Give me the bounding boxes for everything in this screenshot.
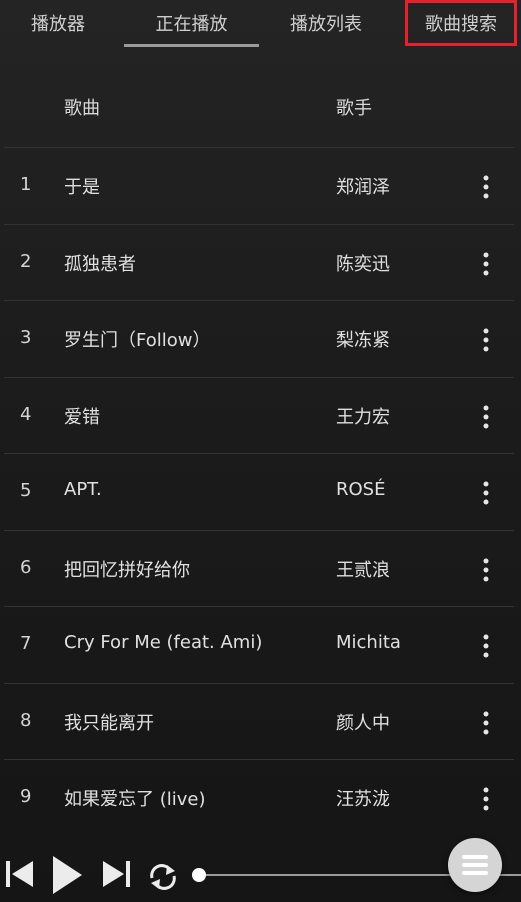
more-options-icon[interactable]	[474, 555, 498, 585]
skip-previous-icon[interactable]	[4, 858, 36, 890]
song-row[interactable]: 9 如果爱忘了 (live) 汪苏泷	[4, 759, 514, 836]
more-options-icon[interactable]	[474, 478, 498, 508]
song-index: 4	[20, 403, 32, 425]
song-row[interactable]: 4 爱错 王力宏	[4, 376, 514, 454]
song-artist: Michita	[336, 632, 401, 653]
song-list: 1 于是 郑润泽 2 孤独患者 陈奕迅 3 罗生门（Follow） 梨冻紧 4 …	[4, 147, 514, 836]
tab-bar: 播放器 正在播放 播放列表 歌曲搜索	[0, 0, 521, 48]
more-options-icon[interactable]	[474, 325, 498, 355]
column-header-artist: 歌手	[336, 98, 372, 119]
song-row[interactable]: 3 罗生门（Follow） 梨冻紧	[4, 300, 514, 377]
song-title: 于是	[64, 177, 100, 198]
playback-controls	[0, 846, 521, 902]
music-player-app: 播放器 正在播放 播放列表 歌曲搜索 歌曲 歌手 1 于是 郑润泽 2 孤独患者…	[0, 0, 521, 902]
song-title: APT.	[64, 479, 102, 500]
progress-knob[interactable]	[192, 868, 206, 882]
more-options-icon[interactable]	[474, 631, 498, 661]
song-title: 爱错	[64, 406, 100, 428]
song-title: 罗生门（Follow）	[64, 330, 211, 351]
more-options-icon[interactable]	[474, 402, 498, 432]
tab-playlist[interactable]: 播放列表	[268, 0, 384, 46]
song-artist: 梨冻紧	[336, 330, 390, 351]
song-artist: 颜人中	[336, 712, 390, 734]
song-index: 2	[20, 250, 32, 272]
song-index: 8	[20, 709, 32, 731]
song-index: 1	[20, 174, 32, 195]
play-icon[interactable]	[50, 854, 84, 896]
song-row[interactable]: 6 把回忆拼好给你 王贰浪	[4, 529, 514, 607]
song-title: Cry For Me (feat. Ami)	[64, 632, 263, 653]
skip-next-icon[interactable]	[100, 858, 132, 890]
song-row[interactable]: 1 于是 郑润泽	[4, 147, 514, 224]
more-options-icon[interactable]	[474, 784, 498, 814]
song-artist: 王贰浪	[336, 559, 390, 581]
more-options-icon[interactable]	[474, 708, 498, 738]
song-artist: 王力宏	[336, 406, 390, 428]
song-title: 把回忆拼好给你	[64, 559, 190, 581]
song-artist: 郑润泽	[336, 177, 390, 198]
song-title: 如果爱忘了 (live)	[64, 789, 206, 810]
song-title: 孤独患者	[64, 253, 136, 275]
song-row[interactable]: 8 我只能离开 颜人中	[4, 682, 514, 760]
hamburger-menu-icon	[462, 855, 488, 875]
repeat-icon[interactable]	[146, 862, 180, 892]
song-index: 5	[20, 480, 32, 501]
song-row[interactable]: 2 孤独患者 陈奕迅	[4, 223, 514, 301]
song-index: 7	[20, 633, 32, 654]
song-row[interactable]: 5 APT. ROSÉ	[4, 453, 514, 530]
song-row[interactable]: 7 Cry For Me (feat. Ami) Michita	[4, 606, 514, 683]
song-list-header: 歌曲 歌手	[0, 68, 521, 148]
tab-now-playing[interactable]: 正在播放	[124, 0, 259, 47]
menu-button[interactable]	[448, 838, 502, 892]
song-artist: 汪苏泷	[336, 789, 390, 810]
tab-player[interactable]: 播放器	[10, 0, 106, 46]
column-header-song: 歌曲	[64, 98, 100, 119]
song-index: 9	[20, 786, 32, 807]
song-index: 3	[20, 327, 32, 348]
song-artist: ROSÉ	[336, 479, 386, 500]
song-artist: 陈奕迅	[336, 253, 390, 275]
tab-song-search[interactable]: 歌曲搜索	[405, 0, 517, 46]
more-options-icon[interactable]	[474, 172, 498, 202]
more-options-icon[interactable]	[474, 249, 498, 279]
song-index: 6	[20, 556, 32, 578]
song-title: 我只能离开	[64, 712, 154, 734]
